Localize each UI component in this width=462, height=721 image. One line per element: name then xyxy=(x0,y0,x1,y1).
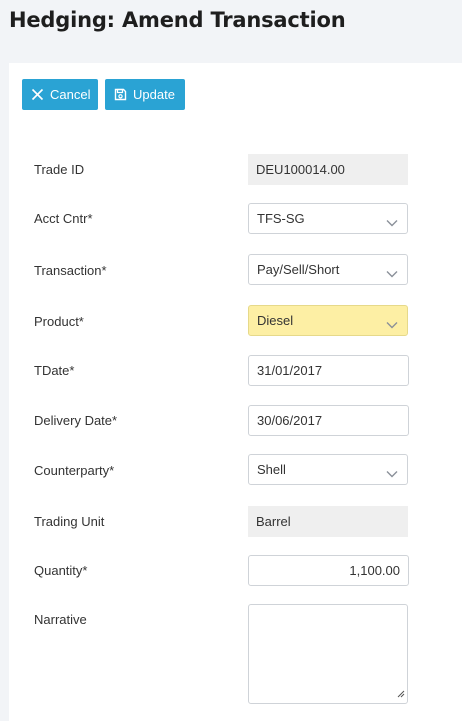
tdate-input[interactable]: 31/01/2017 xyxy=(248,355,409,386)
trade-id-text: DEU100014.00 xyxy=(256,162,345,177)
trade-id-value: DEU100014.00 xyxy=(248,154,408,185)
chevron-down-icon xyxy=(386,317,398,332)
trade-id-label: Trade ID xyxy=(34,162,85,177)
product-value: Diesel xyxy=(257,313,294,328)
tdate-label: TDate* xyxy=(34,363,75,378)
quantity-input[interactable]: 1,100.00 xyxy=(248,555,409,586)
page-title: Hedging: Amend Transaction xyxy=(9,8,346,32)
chevron-down-icon xyxy=(386,266,398,281)
transaction-select[interactable]: Pay/Sell/Short xyxy=(248,254,408,285)
close-icon xyxy=(31,88,44,101)
trading-unit-label: Trading Unit xyxy=(34,514,105,529)
delivery-date-label: Delivery Date* xyxy=(34,413,118,428)
cancel-button[interactable]: Cancel xyxy=(22,79,98,110)
counterparty-value: Shell xyxy=(257,462,286,477)
trading-unit-value: Barrel xyxy=(248,506,408,537)
delivery-date-value: 30/06/2017 xyxy=(257,413,323,428)
update-button[interactable]: Update xyxy=(105,79,185,110)
transaction-label: Transaction* xyxy=(34,263,107,278)
tdate-value: 31/01/2017 xyxy=(257,363,323,378)
cancel-label: Cancel xyxy=(50,87,91,102)
narrative-textarea[interactable] xyxy=(248,604,408,704)
update-label: Update xyxy=(133,87,175,102)
product-label: Product* xyxy=(34,314,84,329)
quantity-label: Quantity* xyxy=(34,563,88,578)
delivery-date-input[interactable]: 30/06/2017 xyxy=(248,405,409,436)
counterparty-label: Counterparty* xyxy=(34,463,115,478)
form-panel: Cancel Update Trade ID DEU100014.00 Acct… xyxy=(9,63,462,721)
acct-cntr-label: Acct Cntr* xyxy=(34,211,93,226)
acct-cntr-value: TFS-SG xyxy=(257,211,305,226)
acct-cntr-select[interactable]: TFS-SG xyxy=(248,203,408,234)
trading-unit-text: Barrel xyxy=(256,514,291,529)
counterparty-select[interactable]: Shell xyxy=(248,454,408,485)
resize-grip-icon[interactable] xyxy=(397,686,405,701)
product-select[interactable]: Diesel xyxy=(248,305,408,336)
chevron-down-icon xyxy=(386,215,398,230)
chevron-down-icon xyxy=(386,466,398,481)
quantity-value: 1,100.00 xyxy=(349,563,400,578)
save-icon xyxy=(114,88,127,101)
transaction-value: Pay/Sell/Short xyxy=(257,262,340,277)
narrative-label: Narrative xyxy=(34,612,87,627)
